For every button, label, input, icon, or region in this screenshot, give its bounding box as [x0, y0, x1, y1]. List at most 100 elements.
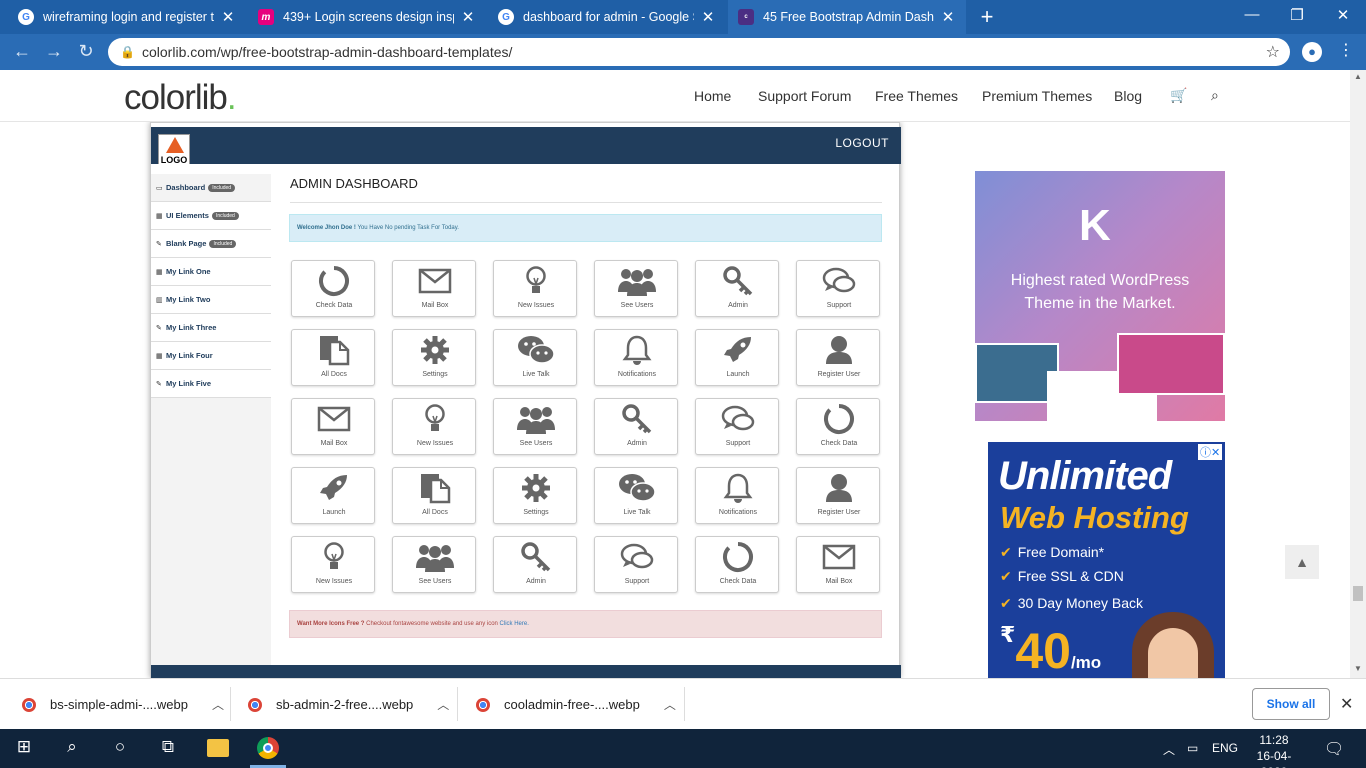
close-icon[interactable]: ✕ [700, 8, 716, 26]
support-icon [696, 403, 780, 435]
battery-icon[interactable]: ▭ [1187, 741, 1198, 755]
new-issues-icon [494, 265, 578, 297]
chevron-up-icon[interactable]: ︿ [664, 696, 676, 713]
restore-icon[interactable]: ❐ [1287, 6, 1307, 24]
windows-start-icon[interactable]: ⊞ [12, 737, 36, 757]
dashboard-tile: Register User [796, 329, 880, 386]
downloads-bar: bs-simple-admi-....webp ︿ sb-admin-2-free… [0, 678, 1366, 729]
close-icon[interactable]: ✕ [1340, 694, 1353, 714]
search-icon[interactable]: ⌕ [1211, 87, 1219, 104]
bookmark-star-icon[interactable]: ☆ [1266, 42, 1280, 62]
sidebar-item-blank-page: ✎ Blank Page Included [151, 230, 271, 258]
task-view-icon[interactable]: ⧉ [156, 737, 180, 757]
address-bar-row: ← → ↻ 🔒 colorlib.com/wp/free-bootstrap-a… [0, 34, 1366, 70]
profile-icon[interactable]: ● [1302, 42, 1322, 62]
sidebar-item-ui-elements: ▦ UI Elements Included [151, 202, 271, 230]
dashboard-tile: Live Talk [493, 329, 577, 386]
tile-label: Admin [728, 302, 748, 309]
more-link: Click Here. [499, 621, 529, 627]
search-icon[interactable]: ⌕ [60, 737, 84, 757]
back-icon[interactable]: ← [12, 41, 32, 62]
chevron-up-icon[interactable]: ︿ [212, 696, 224, 713]
url-input[interactable]: 🔒 colorlib.com/wp/free-bootstrap-admin-d… [108, 38, 1290, 66]
hosting-ad[interactable]: Unlimited Web Hosting ✔ Free Domain* ✔ Fre… [988, 442, 1225, 678]
edit-icon: ✎ [156, 324, 162, 332]
edit-icon: ✎ [156, 240, 162, 248]
tab-1[interactable]: G wireframing login and register to ✕ [8, 0, 246, 34]
tab-3[interactable]: G dashboard for admin - Google Se ✕ [488, 0, 726, 34]
new-tab-button[interactable]: + [976, 4, 998, 30]
menu-icon[interactable]: ⋮ [1338, 40, 1354, 60]
chrome-icon[interactable] [257, 737, 279, 759]
dashboard-tile: Settings [493, 467, 577, 524]
scroll-down-icon[interactable]: ▼ [1354, 664, 1362, 673]
clock[interactable]: 11:28 16-04-2020 [1244, 732, 1304, 768]
ad2-feature: ✔ 30 Day Money Back [1000, 595, 1143, 612]
kalium-ad[interactable]: K Highest rated WordPress Theme in the Ma… [975, 171, 1225, 421]
dashboard-tile: Notifications [695, 467, 779, 524]
download-item[interactable]: sb-admin-2-free....webp ︿ [248, 679, 449, 730]
register-user-icon [797, 334, 881, 366]
preview-header: LOGO LOGOUT [151, 127, 901, 166]
mail-box-icon [797, 541, 881, 573]
welcome-bold: Welcome Jhon Doe ! [297, 225, 356, 231]
table-icon: ▦ [156, 212, 163, 220]
forward-icon[interactable]: → [44, 41, 64, 62]
preview-logo: LOGO [158, 134, 190, 166]
nav-premium-themes[interactable]: Premium Themes [982, 88, 1092, 104]
window-close-icon[interactable]: ✕ [1333, 6, 1353, 24]
scroll-up-icon[interactable]: ▲ [1354, 72, 1362, 81]
support-icon [595, 541, 679, 573]
dashboard-tile: See Users [493, 398, 577, 455]
tile-label: Mail Box [825, 578, 853, 585]
ad1-text: Highest rated WordPress Theme in the Mark… [975, 269, 1225, 315]
cortana-icon[interactable]: ○ [108, 737, 132, 757]
show-all-button[interactable]: Show all [1252, 688, 1330, 720]
chevron-up-icon[interactable]: ︿ [437, 696, 449, 713]
minimize-icon[interactable]: — [1242, 6, 1262, 23]
ad1-mockup [1117, 333, 1225, 395]
file-explorer-icon[interactable] [207, 739, 229, 757]
tab-title: 439+ Login screens design inspir [283, 10, 454, 24]
close-icon[interactable]: ✕ [940, 8, 956, 26]
cart-icon[interactable]: 🛒 [1170, 87, 1187, 104]
tab-4[interactable]: c 45 Free Bootstrap Admin Dashbo ✕ [728, 0, 966, 34]
nav-support-forum[interactable]: Support Forum [758, 88, 851, 104]
download-item[interactable]: cooladmin-free-....webp ︿ [476, 679, 676, 730]
table-icon: ▦ [156, 268, 163, 276]
download-item[interactable]: bs-simple-admi-....webp ︿ [22, 679, 224, 730]
page-scrollbar[interactable]: ▲ ▼ [1350, 70, 1366, 678]
close-icon[interactable]: ✕ [220, 8, 236, 26]
tile-label: Notifications [617, 371, 657, 378]
launch-icon [292, 472, 376, 504]
support-icon [797, 265, 881, 297]
dashboard-tile: Support [695, 398, 779, 455]
scroll-thumb[interactable] [1353, 586, 1363, 601]
check-icon: ✔ [1000, 595, 1012, 611]
nav-blog[interactable]: Blog [1114, 88, 1142, 104]
reload-icon[interactable]: ↻ [76, 41, 96, 62]
chevron-up-icon[interactable]: ︿ [1163, 741, 1175, 758]
see-users-icon [494, 403, 578, 435]
notifications-icon[interactable]: 🗨 [1324, 739, 1344, 759]
dashboard-tile: Register User [796, 467, 880, 524]
close-icon[interactable]: ✕ [460, 8, 476, 26]
language-indicator[interactable]: ENG [1212, 741, 1238, 755]
dashboard-tile: Live Talk [594, 467, 678, 524]
ad2-price: ₹40/mo [1000, 622, 1101, 678]
logo-dot: . [226, 78, 237, 117]
tile-label: Support [826, 302, 852, 309]
scroll-to-top-button[interactable]: ▲ [1285, 545, 1319, 579]
tab-2[interactable]: m 439+ Login screens design inspir ✕ [248, 0, 486, 34]
dashboard-tile: Settings [392, 329, 476, 386]
dashboard-tile: See Users [392, 536, 476, 593]
nav-free-themes[interactable]: Free Themes [875, 88, 958, 104]
tile-label: All Docs [422, 509, 448, 516]
all-docs-icon [393, 472, 477, 504]
template-preview-image: LOGO LOGOUT ▭ Dashboard Included ▦ UI Eleme… [150, 122, 901, 678]
dashboard-tile: New Issues [493, 260, 577, 317]
colorlib-logo[interactable]: colorlib. [124, 78, 237, 118]
dashboard-tile: Support [594, 536, 678, 593]
ad-choices-icon[interactable]: ⓘ✕ [1198, 444, 1223, 460]
nav-home[interactable]: Home [694, 88, 731, 104]
